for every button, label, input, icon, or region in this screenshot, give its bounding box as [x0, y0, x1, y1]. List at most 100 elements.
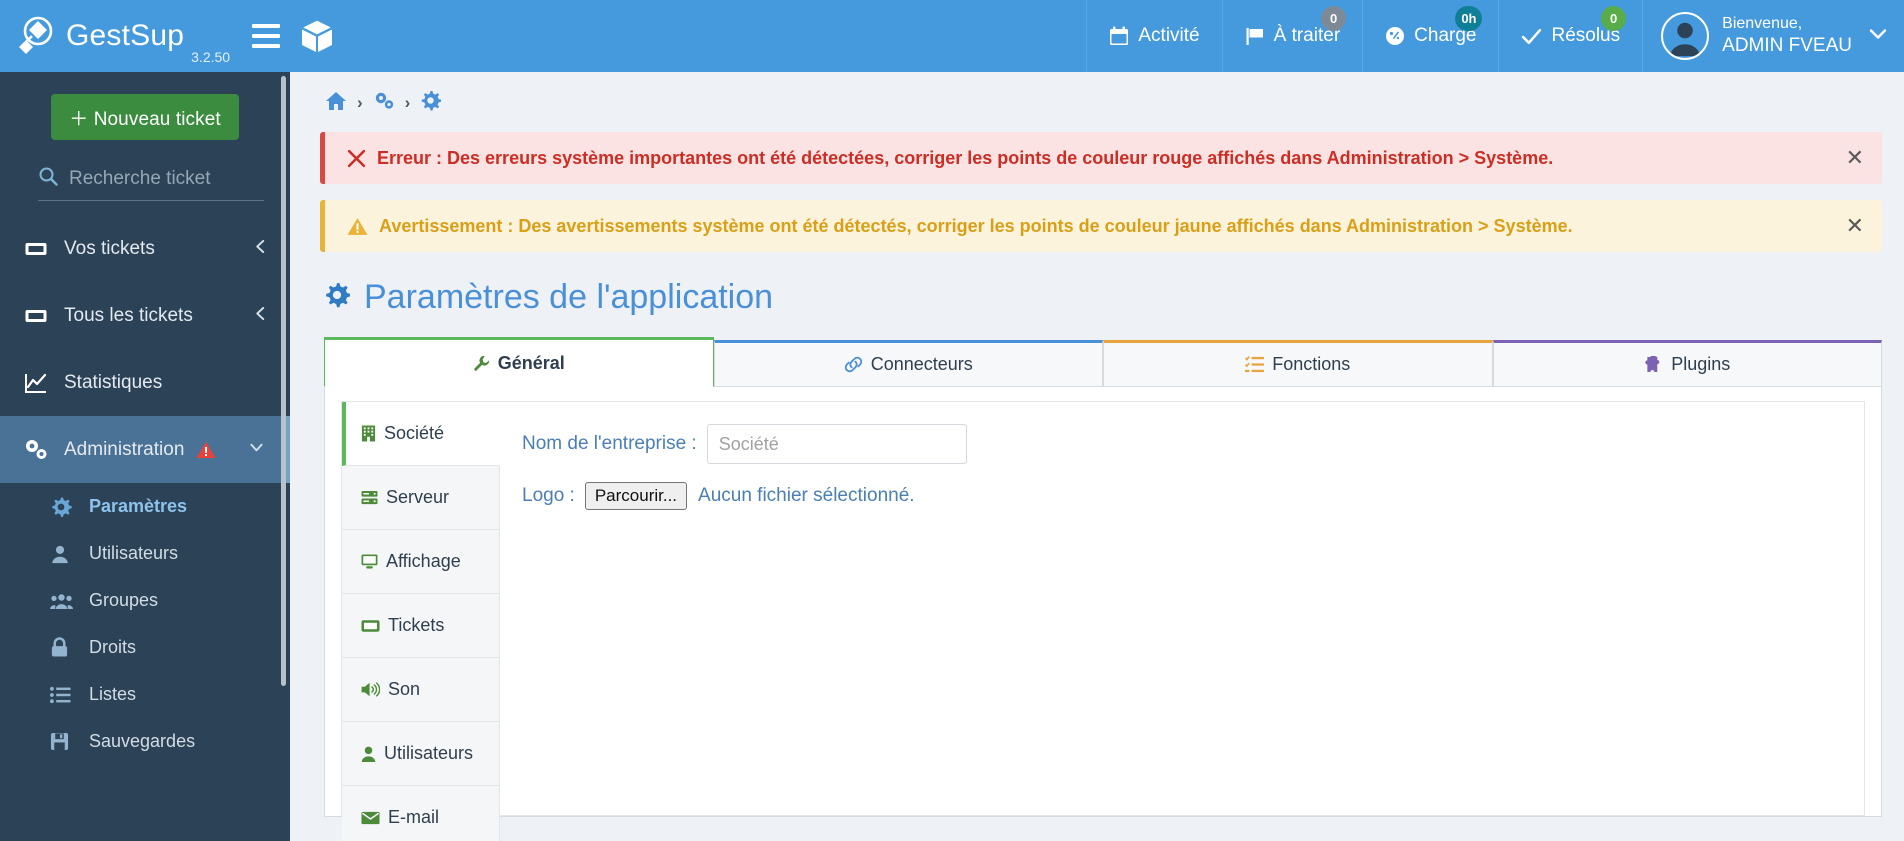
error-alert: Erreur : Des erreurs système importantes…: [320, 132, 1882, 184]
sidebar-item-vos-tickets[interactable]: Vos tickets: [0, 215, 290, 282]
brand-block: GestSup 3.2.50: [0, 0, 290, 72]
company-name-label: Nom de l'entreprise :: [522, 433, 697, 454]
sidebar-item-parametres[interactable]: Paramètres: [0, 483, 290, 530]
vnav-item-label: Société: [384, 423, 445, 443]
sidebar-item-utilisateurs[interactable]: Utilisateurs: [0, 530, 290, 577]
tab-connecteurs[interactable]: Connecteurs: [713, 340, 1103, 387]
sidebar-item-listes[interactable]: Listes: [0, 671, 290, 718]
vnav-item-utilisateurs[interactable]: Utilisateurs: [342, 722, 500, 786]
settings-vertical-nav: Société Serveur Affichage Tickets Son Ut…: [342, 402, 500, 841]
sidebar-item-tous-les-tickets[interactable]: Tous les tickets: [0, 282, 290, 349]
chart-line-icon: [24, 371, 54, 395]
tab-fonctions[interactable]: Fonctions: [1103, 340, 1493, 387]
company-name-row: Nom de l'entreprise :: [522, 424, 1864, 464]
nav-item-resolus[interactable]: Résolus 0: [1498, 0, 1642, 72]
brand-version: 3.2.50: [191, 49, 231, 65]
brand-name: GestSup: [66, 19, 185, 52]
cube-icon[interactable]: [290, 0, 344, 72]
sidebar-scrollbar-thumb[interactable]: [281, 76, 286, 686]
warning-alert: Avertissement : Des avertissements systè…: [320, 200, 1882, 252]
user-icon: [361, 746, 376, 762]
sidebar-scrollbar-track[interactable]: [281, 72, 288, 841]
user-menu[interactable]: Bienvenue, ADMIN FVEAU: [1642, 0, 1904, 72]
vnav-item-serveur[interactable]: Serveur: [342, 466, 500, 530]
sidebar-item-administration[interactable]: Administration: [0, 416, 290, 483]
vnav-item-societe[interactable]: Société: [342, 402, 500, 466]
check-icon: [1521, 26, 1542, 47]
search-input[interactable]: [69, 167, 290, 190]
page-title-text: Paramètres de l'application: [364, 278, 774, 316]
tab-label: Plugins: [1671, 354, 1731, 374]
cogs-icon[interactable]: [373, 91, 395, 116]
warning-alert-close-button[interactable]: ✕: [1846, 215, 1864, 237]
user-welcome: Bienvenue,: [1722, 15, 1803, 33]
user-avatar-icon: [1661, 12, 1710, 60]
main-content: › › Erreur : Des erreurs système importa…: [290, 72, 1904, 841]
chevron-left-icon[interactable]: [253, 305, 268, 327]
tab-plugins[interactable]: Plugins: [1492, 340, 1882, 387]
vnav-item-email[interactable]: E-mail: [342, 786, 500, 841]
top-header-bar: GestSup 3.2.50 Activité À traiter 0 Char…: [0, 0, 1904, 72]
vnav-item-son[interactable]: Son: [342, 658, 500, 722]
nav-item-label: Activité: [1138, 25, 1200, 46]
gear-icon: [50, 496, 78, 518]
sidebar-item-label: Utilisateurs: [89, 543, 179, 563]
ticket-icon: [24, 237, 54, 261]
tab-general[interactable]: Général: [324, 337, 714, 387]
chevron-left-icon[interactable]: [253, 238, 268, 260]
gear-icon[interactable]: [420, 90, 442, 116]
sidebar-item-groupes[interactable]: Groupes: [0, 577, 290, 624]
vnav-item-affichage[interactable]: Affichage: [342, 530, 500, 594]
sidebar-item-statistiques[interactable]: Statistiques: [0, 349, 290, 416]
new-ticket-button[interactable]: ＋ Nouveau ticket: [51, 94, 239, 140]
ticket-icon: [24, 304, 54, 328]
company-name-input[interactable]: [706, 424, 967, 464]
settings-panel-inner: Société Serveur Affichage Tickets Son Ut…: [341, 401, 1865, 841]
error-alert-close-button[interactable]: ✕: [1846, 147, 1864, 169]
vnav-item-label: Son: [388, 679, 421, 699]
user-text: Bienvenue, ADMIN FVEAU: [1722, 14, 1852, 58]
sidebar-item-label: Administration: [64, 438, 185, 460]
nav-item-charge[interactable]: Charge 0h: [1362, 0, 1498, 72]
user-icon: [50, 544, 78, 564]
sidebar-item-label: Listes: [89, 684, 137, 704]
vnav-item-label: Serveur: [386, 487, 450, 507]
gestsup-diamond-logo-icon: [14, 14, 58, 58]
server-icon: [361, 490, 378, 505]
tab-label: Connecteurs: [870, 354, 973, 374]
logo-row: Logo : Parcourir... Aucun fichier sélect…: [522, 482, 1864, 510]
breadcrumb-separator: ›: [357, 93, 363, 112]
hamburger-menu-icon[interactable]: [252, 24, 281, 48]
nav-item-activite[interactable]: Activité: [1086, 0, 1221, 72]
vnav-item-label: Tickets: [388, 615, 445, 635]
chevron-down-icon[interactable]: [249, 439, 264, 461]
search-icon: [38, 166, 69, 191]
sidebar-item-label: Droits: [89, 637, 137, 657]
vnav-item-label: Affichage: [386, 551, 461, 571]
settings-form: Nom de l'entreprise : Logo : Parcourir..…: [500, 402, 1864, 815]
vnav-item-tickets[interactable]: Tickets: [342, 594, 500, 658]
flag-icon: [1245, 26, 1265, 46]
logo-browse-button[interactable]: Parcourir...: [584, 482, 688, 510]
dashboard-gauge-icon: [1385, 26, 1405, 46]
home-icon[interactable]: [325, 91, 347, 116]
logo-file-status: Aucun fichier sélectionné.: [698, 485, 915, 506]
nav-badge-resolus: 0: [1601, 6, 1627, 31]
sidebar-item-label: Paramètres: [89, 496, 188, 516]
chevron-down-icon[interactable]: [1868, 24, 1888, 49]
sidebar-item-sauvegardes[interactable]: Sauvegardes: [0, 718, 290, 765]
save-floppy-icon: [50, 732, 78, 751]
lock-icon: [50, 637, 78, 658]
breadcrumb: › ›: [290, 72, 1904, 116]
sidebar-item-label: Tous les tickets: [64, 304, 193, 326]
speaker-icon: [361, 682, 380, 697]
vnav-item-label: E-mail: [388, 807, 440, 827]
warning-triangle-icon: [347, 217, 368, 236]
calendar-icon: [1109, 26, 1129, 46]
sidebar-item-droits[interactable]: Droits: [0, 624, 290, 671]
warning-triangle-icon: [196, 441, 216, 459]
monitor-icon: [361, 554, 378, 569]
logo-label: Logo :: [522, 485, 575, 506]
nav-item-a-traiter[interactable]: À traiter 0: [1221, 0, 1363, 72]
